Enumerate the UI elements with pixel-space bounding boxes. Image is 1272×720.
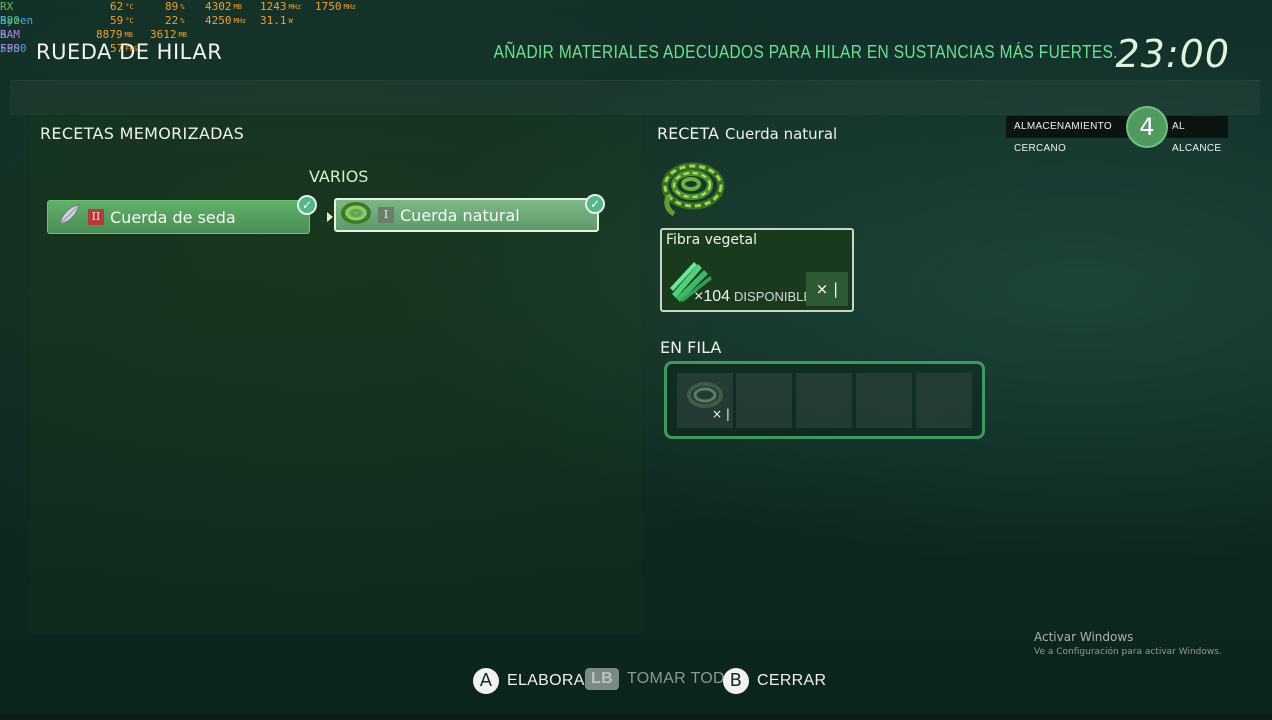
station-hint: AÑADIR MATERIALES ADECUADOS PARA HILAR E… bbox=[493, 42, 1118, 62]
perf-value: 4250 MHz bbox=[205, 14, 247, 27]
storage-suffix: AL ALCANCE bbox=[1166, 116, 1228, 154]
game-clock: 23:00 bbox=[1115, 32, 1230, 76]
perf-label: RAM bbox=[0, 28, 20, 41]
perf-value: 22% bbox=[165, 14, 185, 27]
bottom-edge bbox=[0, 714, 1272, 720]
close-action[interactable]: B CERRAR bbox=[723, 668, 826, 694]
queue-title: EN FILA bbox=[660, 338, 722, 357]
recipes-panel bbox=[30, 114, 642, 634]
ingredient-name: Fibra vegetal bbox=[666, 232, 757, 248]
memorized-recipes-title: RECETAS MEMORIZADAS bbox=[40, 124, 245, 143]
silk-icon bbox=[56, 202, 82, 232]
perf-value: 59 °C bbox=[110, 14, 134, 27]
selection-arrow-icon bbox=[327, 212, 333, 222]
header-subband bbox=[10, 80, 1260, 115]
storage-count: 4 bbox=[1126, 106, 1168, 148]
rope-icon bbox=[340, 199, 372, 231]
craft-action[interactable]: A ELABORAR bbox=[473, 668, 597, 694]
b-button-icon: B bbox=[723, 668, 749, 694]
queue-slot[interactable] bbox=[736, 373, 792, 428]
action-label: ELABORAR bbox=[507, 672, 597, 689]
action-label: CERRAR bbox=[757, 672, 827, 689]
page-title: RUEDA DE HILAR bbox=[36, 40, 223, 64]
a-button-icon: A bbox=[473, 668, 499, 694]
recipe-button-silk-rope[interactable]: II Cuerda de seda ✓ bbox=[47, 195, 317, 234]
ingredient-card[interactable]: Fibra vegetal ×104 DISPONIBLE × | bbox=[660, 228, 854, 312]
check-icon: ✓ bbox=[585, 194, 605, 214]
craft-queue: × | bbox=[664, 361, 985, 439]
recipe-name: Cuerda natural bbox=[724, 125, 838, 143]
take-all-action[interactable]: LB TOMAR TODO bbox=[585, 668, 738, 690]
rope-icon bbox=[660, 156, 726, 224]
tier-badge: I bbox=[378, 207, 394, 223]
nearby-storage-indicator: ALMACENAMIENTO CERCANO AL ALCANCE 4 bbox=[1006, 106, 1228, 154]
queue-slot[interactable] bbox=[796, 373, 852, 428]
recipe-label: RECETA bbox=[657, 124, 719, 143]
perf-value: 4302 MB bbox=[205, 0, 242, 13]
tier-badge: II bbox=[88, 209, 104, 225]
check-icon: ✓ bbox=[297, 195, 317, 215]
windows-activation-subtitle: Ve a Configuración para activar Windows. bbox=[1034, 647, 1222, 657]
recipe-header: RECETA Cuerda natural bbox=[657, 124, 837, 143]
recipe-category: VARIOS bbox=[309, 167, 369, 186]
perf-label: FPS bbox=[0, 42, 20, 55]
queue-slot-qty: × | bbox=[712, 407, 730, 421]
recipe-name: Cuerda natural bbox=[400, 205, 520, 225]
recipe-name: Cuerda de seda bbox=[110, 207, 236, 227]
storage-label: ALMACENAMIENTO CERCANO bbox=[1006, 116, 1128, 154]
queue-slot[interactable]: × | bbox=[677, 373, 733, 428]
perf-value: 62 °C bbox=[110, 0, 134, 13]
recipe-button-natural-rope[interactable]: I Cuerda natural ✓ bbox=[334, 194, 605, 232]
perf-value: 1243 MHz bbox=[260, 0, 302, 13]
ingredient-quantity: ×104 DISPONIBLE bbox=[694, 288, 813, 305]
queue-slot[interactable] bbox=[856, 373, 912, 428]
lb-button-icon: LB bbox=[585, 668, 619, 690]
ingredient-required-slot: × | bbox=[806, 272, 848, 306]
queue-slot[interactable] bbox=[916, 373, 972, 428]
perf-value: 1750 MHz bbox=[315, 0, 357, 13]
windows-activation-title: Activar Windows bbox=[1034, 630, 1134, 644]
perf-value: 31.1 W bbox=[260, 14, 293, 27]
action-label: TOMAR TODO bbox=[627, 670, 738, 687]
perf-value: 89% bbox=[165, 0, 185, 13]
